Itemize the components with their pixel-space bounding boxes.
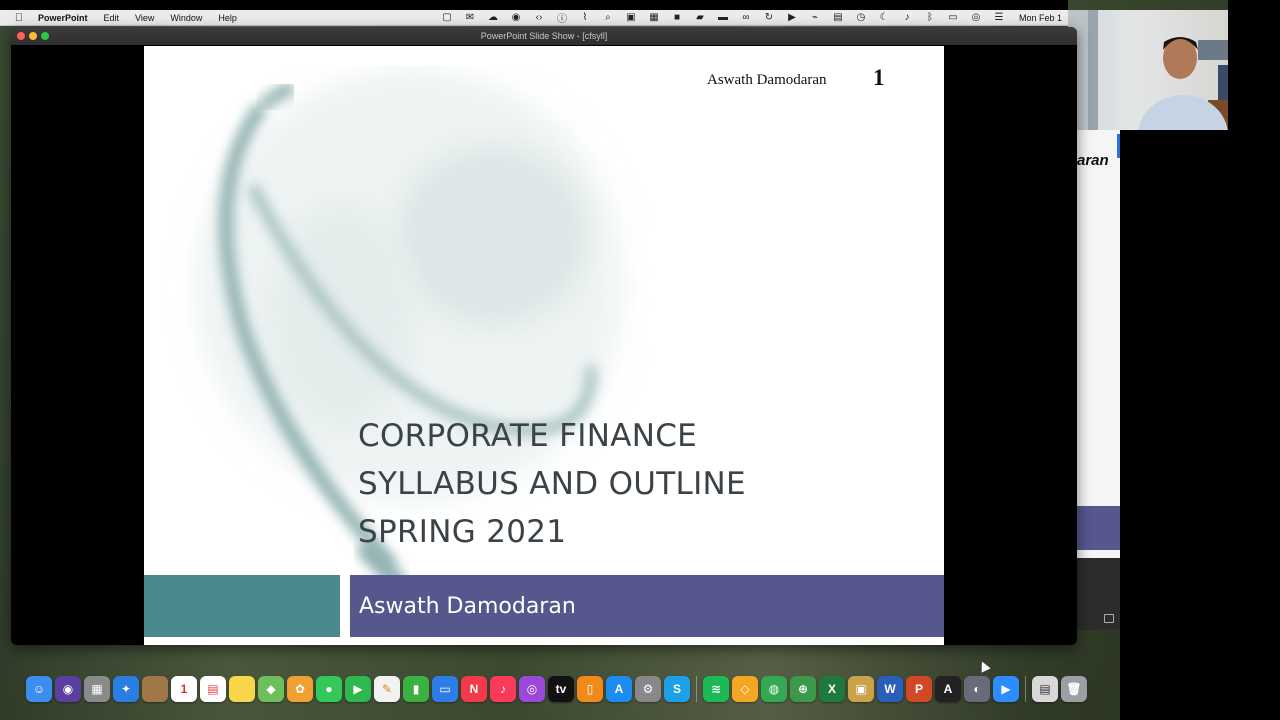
- trash-icon[interactable]: 🗑: [1061, 676, 1087, 702]
- status-user-icon[interactable]: ◎: [969, 11, 983, 25]
- status-clock-icon[interactable]: ◷: [854, 11, 868, 25]
- archive-icon[interactable]: ▣: [848, 676, 874, 702]
- contacts-icon[interactable]: [142, 676, 168, 702]
- menu-edit[interactable]: Edit: [104, 13, 120, 23]
- freeform-icon[interactable]: ✎: [374, 676, 400, 702]
- background-window[interactable]: aran: [1077, 130, 1120, 630]
- messages-icon[interactable]: ●: [316, 676, 342, 702]
- status-moon-icon[interactable]: ☾: [877, 11, 891, 25]
- maps-icon[interactable]: ◆: [258, 676, 284, 702]
- status-code-icon[interactable]: ‹›: [532, 11, 546, 25]
- footer-author: Aswath Damodaran: [359, 593, 576, 619]
- slide-title: CORPORATE FINANCE SYLLABUS AND OUTLINE S…: [358, 412, 918, 556]
- close-button[interactable]: [17, 32, 25, 40]
- safari-icon[interactable]: ✦: [113, 676, 139, 702]
- background-window-band: [1077, 506, 1120, 550]
- photos-icon[interactable]: ✿: [287, 676, 313, 702]
- system-preferences-icon[interactable]: ⚙: [635, 676, 661, 702]
- screen-edge-right: [1228, 0, 1280, 130]
- podcasts-icon[interactable]: ◎: [519, 676, 545, 702]
- window-titlebar[interactable]: PowerPoint Slide Show - [cfsyll]: [11, 27, 1077, 45]
- status-screen-icon[interactable]: ▣: [624, 11, 638, 25]
- appstore-icon[interactable]: A: [606, 676, 632, 702]
- menu-app-name[interactable]: PowerPoint: [38, 13, 88, 23]
- status-control-center-icon[interactable]: ☰: [992, 11, 1006, 25]
- status-camera-icon[interactable]: ■: [670, 11, 684, 25]
- slide-title-line-3: SPRING 2021: [358, 514, 567, 550]
- tv-icon[interactable]: tv: [548, 676, 574, 702]
- status-info-icon[interactable]: ⓘ: [555, 11, 569, 25]
- status-volume-icon[interactable]: ♪: [900, 11, 914, 25]
- webcam-video: [1068, 10, 1228, 130]
- slide-number: 1: [873, 65, 885, 90]
- menu-help[interactable]: Help: [218, 13, 237, 23]
- dock-separator: [696, 676, 697, 702]
- slide-header-author: Aswath Damodaran: [707, 72, 827, 88]
- background-window-menu-icon[interactable]: [1104, 614, 1114, 623]
- slide-title-line-2: SYLLABUS AND OUTLINE: [358, 466, 746, 502]
- status-calendar-icon[interactable]: ▢: [440, 11, 454, 25]
- excel-icon[interactable]: X: [819, 676, 845, 702]
- status-truck-icon[interactable]: ▬: [716, 11, 730, 25]
- zoom-icon[interactable]: ▶: [993, 676, 1019, 702]
- status-sync-icon[interactable]: ↻: [762, 11, 776, 25]
- finder-icon[interactable]: ☺: [26, 676, 52, 702]
- screenshot-icon[interactable]: ◐: [964, 676, 990, 702]
- background-window-text: aran: [1077, 152, 1109, 169]
- screen-edge-right-lower: [1120, 130, 1280, 720]
- facetime-icon[interactable]: ▶: [345, 676, 371, 702]
- status-bluetooth-icon[interactable]: ᛒ: [923, 11, 937, 25]
- globe-app-icon[interactable]: ⊕: [790, 676, 816, 702]
- apple-menu-icon[interactable]: : [0, 12, 38, 24]
- reminders-icon[interactable]: ▤: [200, 676, 226, 702]
- launchpad-icon[interactable]: ▦: [84, 676, 110, 702]
- status-mail-icon[interactable]: ✉: [463, 11, 477, 25]
- window-title: PowerPoint Slide Show - [cfsyll]: [480, 31, 608, 41]
- status-play-icon[interactable]: ▶: [785, 11, 799, 25]
- status-search-icon[interactable]: ⌕: [601, 11, 615, 25]
- documents-icon[interactable]: ▤: [1032, 676, 1058, 702]
- status-glasses-icon[interactable]: ∞: [739, 11, 753, 25]
- status-area: ▢ ✉ ☁ ◉ ‹› ⓘ ⌇ ⌕ ▣ ▦ ■ ▰ ▬ ∞ ↻ ▶ ⌁ ▤ ◷ ☾…: [440, 11, 1068, 25]
- siri-icon[interactable]: ◉: [55, 676, 81, 702]
- calendar-icon[interactable]: 1: [171, 676, 197, 702]
- dock: ☺ ◉ ▦ ✦ 1 ▤ ◆ ✿ ● ▶ ✎ ▮ ▭ N ♪ ◎ tv ▯ A ⚙ S ≋ ◇ ◍ ⊕ X ▣ W P A ◐ ▶ ▤ 🗑: [22, 673, 1098, 705]
- status-clip-icon[interactable]: ⌇: [578, 11, 592, 25]
- spotify-icon[interactable]: ≋: [703, 676, 729, 702]
- word-icon[interactable]: W: [877, 676, 903, 702]
- status-window-icon[interactable]: ▤: [831, 11, 845, 25]
- music-icon[interactable]: ♪: [490, 676, 516, 702]
- webcam-person-image: [1068, 10, 1228, 130]
- menu-clock[interactable]: Mon Feb 1: [1019, 13, 1062, 23]
- slide-title-line-1: CORPORATE FINANCE: [358, 418, 698, 454]
- news-icon[interactable]: N: [461, 676, 487, 702]
- slideshow-window[interactable]: PowerPoint Slide Show - [cfsyll] Aswath …: [11, 27, 1077, 645]
- screen-edge: [0, 0, 1068, 10]
- minimize-button[interactable]: [29, 32, 37, 40]
- menu-bar:  PowerPoint Edit View Window Help ▢ ✉ ☁…: [0, 10, 1068, 26]
- status-eye-icon[interactable]: ◉: [509, 11, 523, 25]
- background-window-footer: [1077, 558, 1120, 630]
- footer-teal-band: [144, 575, 340, 637]
- keynote-icon[interactable]: ▭: [432, 676, 458, 702]
- acrobat-icon[interactable]: A: [935, 676, 961, 702]
- status-grid-icon[interactable]: ▦: [647, 11, 661, 25]
- dock-separator: [1025, 676, 1026, 702]
- status-link-icon[interactable]: ⌁: [808, 11, 822, 25]
- powerpoint-icon[interactable]: P: [906, 676, 932, 702]
- footer-purple-band: Aswath Damodaran: [350, 575, 944, 637]
- maximize-button[interactable]: [41, 32, 49, 40]
- notes-icon[interactable]: [229, 676, 255, 702]
- books-icon[interactable]: ▯: [577, 676, 603, 702]
- status-cloud-icon[interactable]: ☁: [486, 11, 500, 25]
- chrome-icon[interactable]: ◍: [761, 676, 787, 702]
- menu-view[interactable]: View: [135, 13, 154, 23]
- sketch-icon[interactable]: ◇: [732, 676, 758, 702]
- menu-window[interactable]: Window: [170, 13, 202, 23]
- status-battery-icon[interactable]: ▭: [946, 11, 960, 25]
- numbers-icon[interactable]: ▮: [403, 676, 429, 702]
- skype-icon[interactable]: S: [664, 676, 690, 702]
- slide[interactable]: Aswath Damodaran 1 CORPORATE FINANCE SYL…: [144, 46, 944, 645]
- status-doc-icon[interactable]: ▰: [693, 11, 707, 25]
